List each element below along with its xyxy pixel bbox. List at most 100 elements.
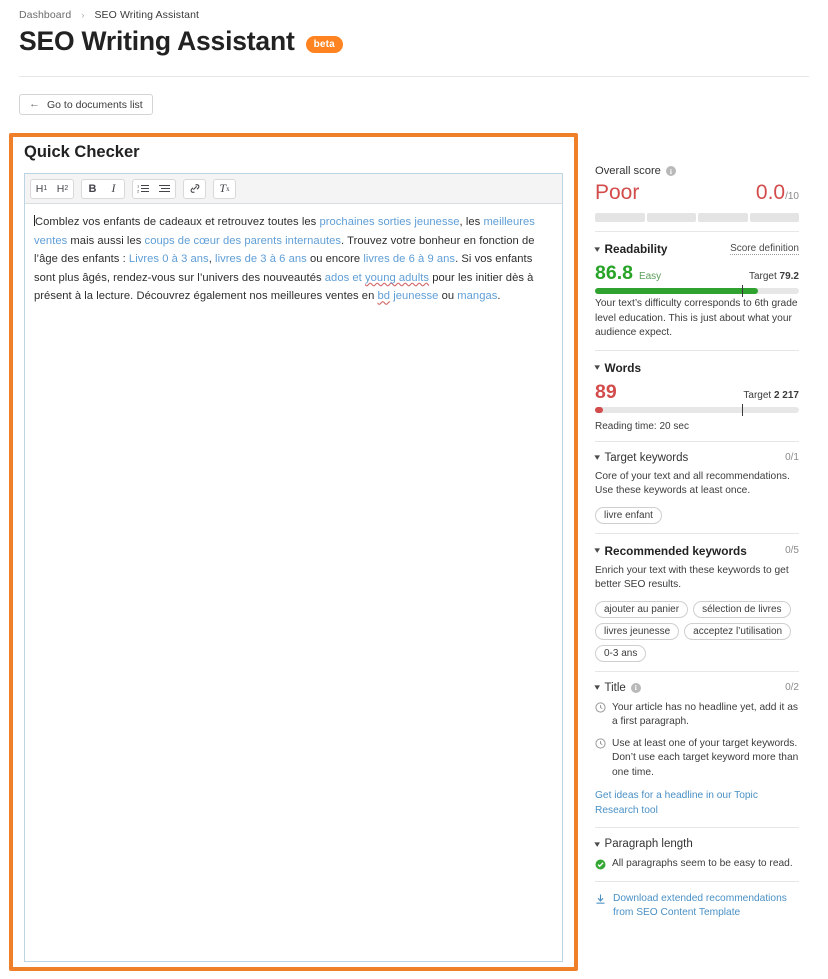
words-target: Target 2 217 <box>743 390 799 401</box>
keyword-chip[interactable]: 0-3 ans <box>595 644 647 662</box>
title-advice-list: Your article has no headline yet, add it… <box>595 701 799 781</box>
keyword-chip[interactable]: acceptez l’utilisation <box>684 622 792 640</box>
readability-target-value: 79.2 <box>779 271 799 282</box>
editor-text-run: ou <box>438 290 458 303</box>
download-section: Download extended recommendations from S… <box>595 880 799 930</box>
words-target-tick <box>741 403 743 416</box>
keyword-chip[interactable]: ajouter au panier <box>595 600 689 618</box>
seo-writing-assistant-page: Dashboard › SEO Writing Assistant SEO Wr… <box>0 0 828 979</box>
breadcrumb-current: SEO Writing Assistant <box>94 9 200 21</box>
advice-text: Use at least one of your target keywords… <box>612 737 799 778</box>
editor-content: Comblez vos enfants de cadeaux et retrou… <box>34 216 535 302</box>
editor-text-link[interactable]: livres de 3 à 6 ans <box>215 253 307 265</box>
editor-text-link[interactable]: bd <box>378 290 391 302</box>
editor-text-link[interactable]: livres de 6 à 9 ans <box>363 253 455 265</box>
breadcrumb: Dashboard › SEO Writing Assistant <box>19 9 199 21</box>
editor-text-run: , les <box>459 216 484 228</box>
recommended-keywords-title: Recommended keywords <box>604 543 747 558</box>
pending-circle-icon <box>595 702 606 713</box>
chevron-down-icon[interactable]: ▾ <box>594 839 600 849</box>
readability-progress-fill <box>595 288 759 294</box>
analysis-panel: Overall score i Poor 0.0/10 ▾ Readabilit… <box>594 165 799 930</box>
overall-score-segment <box>595 213 645 222</box>
overall-score-segment <box>749 213 799 222</box>
words-progress-bar <box>595 403 799 416</box>
editor-text-link[interactable]: prochaines sorties jeunesse <box>319 216 459 228</box>
words-progress-fill <box>595 406 604 413</box>
chevron-down-icon[interactable]: ▾ <box>594 683 600 692</box>
readability-title: Readability <box>604 242 668 256</box>
target-keywords-title: Target keywords <box>604 451 689 464</box>
download-recommendations-link[interactable]: Download extended recommendations from S… <box>595 892 799 921</box>
bold-icon[interactable]: B <box>82 180 103 198</box>
toolbar-group-link <box>183 178 206 199</box>
ordered-list-icon[interactable]: 1 2 <box>133 180 154 198</box>
editor-text-run: Comblez vos enfants de cadeaux et retrou… <box>35 216 320 228</box>
readability-tag: Easy <box>638 271 662 282</box>
target-keywords-section: ▾ Target keywords 0/1 Core of your text … <box>594 440 799 533</box>
words-target-label: Target <box>743 389 772 401</box>
h1-icon[interactable]: H1 <box>31 180 52 198</box>
words-target-value: 2 217 <box>773 389 799 401</box>
recommended-keywords-section: ▾ Recommended keywords 0/5 Enrich your t… <box>594 532 799 671</box>
quick-checker-panel: Quick Checker H1 H2 B I 1 2 T x Comblez … <box>9 133 578 971</box>
beta-badge: beta <box>305 35 343 53</box>
editor-text-link[interactable]: coups de cœur des parents internautes <box>145 235 342 247</box>
editor-text-link[interactable]: young adults <box>365 272 429 284</box>
keyword-chip[interactable]: livres jeunesse <box>595 622 680 640</box>
chevron-down-icon[interactable]: ▾ <box>594 546 600 555</box>
download-icon <box>596 894 605 904</box>
go-to-documents-list-button[interactable]: ← Go to documents list <box>19 94 153 115</box>
title-section-count: 0/2 <box>785 682 799 693</box>
title-section: ▾ Title i 0/2 Your article has no headli… <box>594 670 799 828</box>
editor-text-link[interactable]: Livres 0 à 3 ans <box>129 253 209 265</box>
overall-score-verdict: Poor <box>595 181 640 204</box>
header-divider <box>19 76 809 77</box>
toolbar-group-lists: 1 2 <box>132 178 176 199</box>
toolbar-group-clear: Tx <box>213 178 236 199</box>
score-definition-link[interactable]: Score definition <box>730 243 799 255</box>
recommended-keywords-count: 0/5 <box>785 545 799 556</box>
editor-text-area[interactable]: Comblez vos enfants de cadeaux et retrou… <box>25 204 562 961</box>
h2-icon[interactable]: H2 <box>52 180 73 198</box>
info-icon[interactable]: i <box>630 682 641 693</box>
advice-item: Use at least one of your target keywords… <box>595 737 799 781</box>
readability-progress-bar <box>595 285 799 297</box>
target-keywords-count: 0/1 <box>785 452 799 463</box>
chevron-down-icon[interactable]: ▾ <box>594 244 600 254</box>
editor-toolbar: H1 H2 B I 1 2 T x <box>25 174 562 204</box>
readability-target-label: Target <box>748 271 777 282</box>
keyword-chip[interactable]: sélection de livres <box>693 600 791 618</box>
editor-text-link[interactable]: mangas <box>457 290 497 302</box>
editor-text-link[interactable]: jeunesse <box>390 290 438 302</box>
download-recommendations-label: Download extended recommendations from S… <box>613 892 787 919</box>
link-icon[interactable] <box>184 180 205 198</box>
words-title: Words <box>604 360 642 375</box>
overall-score-segment <box>698 213 748 222</box>
editor-text-link[interactable]: ados et <box>325 272 365 284</box>
chevron-down-icon[interactable]: ▾ <box>594 363 600 372</box>
editor: H1 H2 B I 1 2 T x Comblez vos enfants de… <box>24 173 563 962</box>
target-keywords-description: Core of your text and all recommendation… <box>595 470 790 497</box>
title-section-title: Title <box>604 681 626 694</box>
info-icon[interactable]: i <box>665 166 676 176</box>
advice-item: Your article has no headline yet, add it… <box>595 701 799 730</box>
breadcrumb-dashboard[interactable]: Dashboard <box>19 9 71 21</box>
overall-score-bar <box>595 213 799 222</box>
advice-item: All paragraphs seem to be easy to read. <box>595 857 799 872</box>
quick-checker-title: Quick Checker <box>24 143 140 161</box>
clear-formatting-icon[interactable]: Tx <box>214 180 235 198</box>
italic-icon[interactable]: I <box>103 180 124 198</box>
keyword-chip[interactable]: livre enfant <box>595 506 662 524</box>
readability-value: 86.8 <box>595 262 633 284</box>
topic-research-link[interactable]: Get ideas for a headline in our Topic Re… <box>595 789 799 818</box>
chevron-down-icon[interactable]: ▾ <box>594 453 600 462</box>
readability-target-tick <box>741 285 743 297</box>
advice-text: All paragraphs seem to be easy to read. <box>612 858 793 869</box>
overall-score-segment <box>646 213 696 222</box>
overall-score-section: Overall score i Poor 0.0/10 <box>595 165 799 231</box>
editor-text-run: . <box>497 290 501 303</box>
advice-text: Your article has no headline yet, add it… <box>612 701 798 728</box>
unordered-list-icon[interactable] <box>154 180 175 198</box>
target-keywords-chips: livre enfant <box>595 506 799 524</box>
